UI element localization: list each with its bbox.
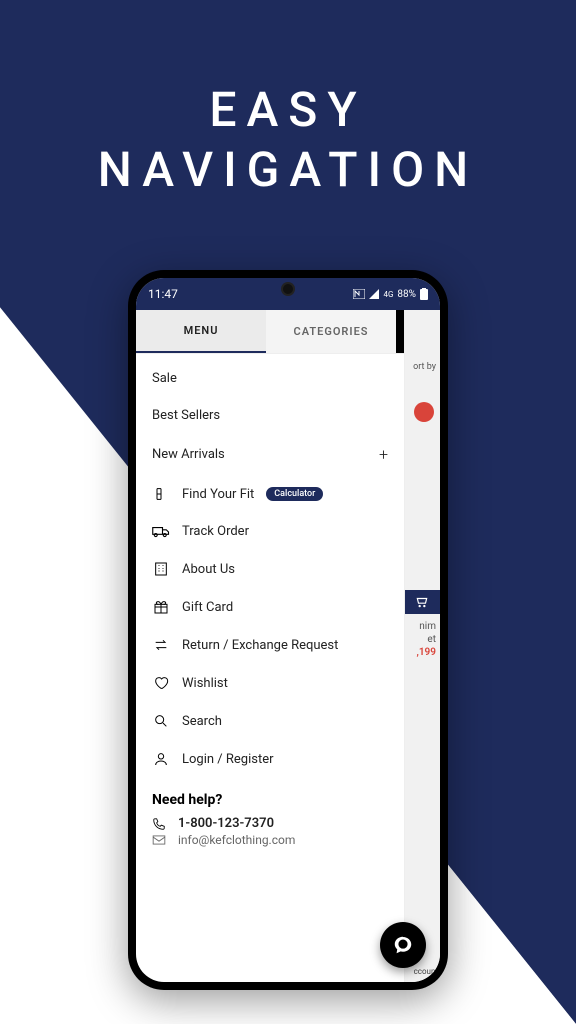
calculator-badge: Calculator bbox=[266, 487, 323, 501]
headline-line2: NAVIGATION bbox=[0, 140, 576, 200]
drawer-tabs: MENU CATEGORIES bbox=[136, 310, 440, 354]
menu-item-return[interactable]: Return / Exchange Request bbox=[136, 626, 404, 664]
menu-label: Track Order bbox=[182, 524, 249, 539]
menu-label: Return / Exchange Request bbox=[182, 638, 338, 653]
truck-icon bbox=[152, 525, 170, 539]
product-price-partial: ,199 bbox=[417, 646, 437, 659]
gift-icon bbox=[152, 599, 170, 615]
menu-label: Wishlist bbox=[182, 676, 228, 691]
menu-item-sale[interactable]: Sale bbox=[136, 360, 404, 397]
menu-item-gift-card[interactable]: Gift Card bbox=[136, 588, 404, 626]
status-bar: 11:47 4G 88% bbox=[136, 278, 440, 310]
phone-screen: 11:47 4G 88% ort by nim et ,199 ccount bbox=[136, 278, 440, 982]
help-phone-number: 1-800-123-7370 bbox=[178, 816, 274, 831]
product-title-partial: nim et ,199 bbox=[417, 620, 437, 659]
cart-icon bbox=[415, 595, 429, 609]
add-to-cart-button-partial bbox=[404, 590, 440, 614]
ruler-icon bbox=[152, 486, 170, 502]
tab-menu[interactable]: MENU bbox=[136, 310, 266, 353]
account-label-partial: ccount bbox=[414, 967, 438, 976]
signal-icon bbox=[369, 289, 379, 299]
menu-item-about[interactable]: About Us bbox=[136, 550, 404, 588]
menu-label: Search bbox=[182, 714, 222, 729]
battery-percent: 88% bbox=[397, 289, 416, 300]
sort-by-label-partial: ort by bbox=[413, 362, 436, 372]
phone-frame: 11:47 4G 88% ort by nim et ,199 ccount bbox=[128, 270, 448, 990]
menu-label: New Arrivals bbox=[152, 447, 225, 462]
drawer-menu: Sale Best Sellers New Arrivals + Find Yo… bbox=[136, 354, 404, 855]
camera-punchhole bbox=[283, 284, 293, 294]
phone-icon bbox=[152, 817, 168, 831]
search-icon bbox=[152, 713, 170, 729]
help-section: Need help? 1-800-123-7370 info@kefclothi… bbox=[136, 778, 404, 847]
battery-icon bbox=[420, 288, 428, 300]
menu-label: Best Sellers bbox=[152, 408, 220, 423]
menu-label: Gift Card bbox=[182, 600, 233, 615]
menu-item-new-arrivals[interactable]: New Arrivals + bbox=[136, 434, 404, 475]
nfc-icon bbox=[353, 289, 365, 299]
menu-item-search[interactable]: Search bbox=[136, 702, 404, 740]
menu-item-wishlist[interactable]: Wishlist bbox=[136, 664, 404, 702]
help-email-address: info@kefclothing.com bbox=[178, 833, 295, 847]
chat-icon bbox=[392, 934, 414, 956]
menu-label: Login / Register bbox=[182, 752, 274, 767]
headline-line1: EASY bbox=[0, 80, 576, 140]
headline: EASY NAVIGATION bbox=[0, 80, 576, 200]
menu-item-track-order[interactable]: Track Order bbox=[136, 513, 404, 550]
status-time: 11:47 bbox=[148, 287, 178, 301]
status-indicators: 4G 88% bbox=[353, 288, 428, 300]
heart-icon bbox=[152, 675, 170, 691]
chat-button[interactable] bbox=[380, 922, 426, 968]
user-icon bbox=[152, 751, 170, 767]
menu-item-best-sellers[interactable]: Best Sellers bbox=[136, 397, 404, 434]
help-email[interactable]: info@kefclothing.com bbox=[152, 833, 388, 847]
building-icon bbox=[152, 561, 170, 577]
exchange-icon bbox=[152, 637, 170, 653]
discount-badge bbox=[414, 402, 434, 422]
mail-icon bbox=[152, 834, 168, 846]
menu-label: Find Your Fit bbox=[182, 487, 254, 502]
tab-categories[interactable]: CATEGORIES bbox=[266, 310, 396, 353]
network-label: 4G bbox=[383, 290, 393, 299]
menu-item-login[interactable]: Login / Register bbox=[136, 740, 404, 778]
menu-item-find-fit[interactable]: Find Your Fit Calculator bbox=[136, 475, 404, 513]
underlying-app-sliver: ort by nim et ,199 ccount bbox=[404, 310, 440, 982]
help-title: Need help? bbox=[152, 792, 388, 808]
help-phone[interactable]: 1-800-123-7370 bbox=[152, 816, 388, 831]
menu-label: About Us bbox=[182, 562, 235, 577]
menu-label: Sale bbox=[152, 371, 177, 386]
expand-icon: + bbox=[379, 445, 388, 464]
